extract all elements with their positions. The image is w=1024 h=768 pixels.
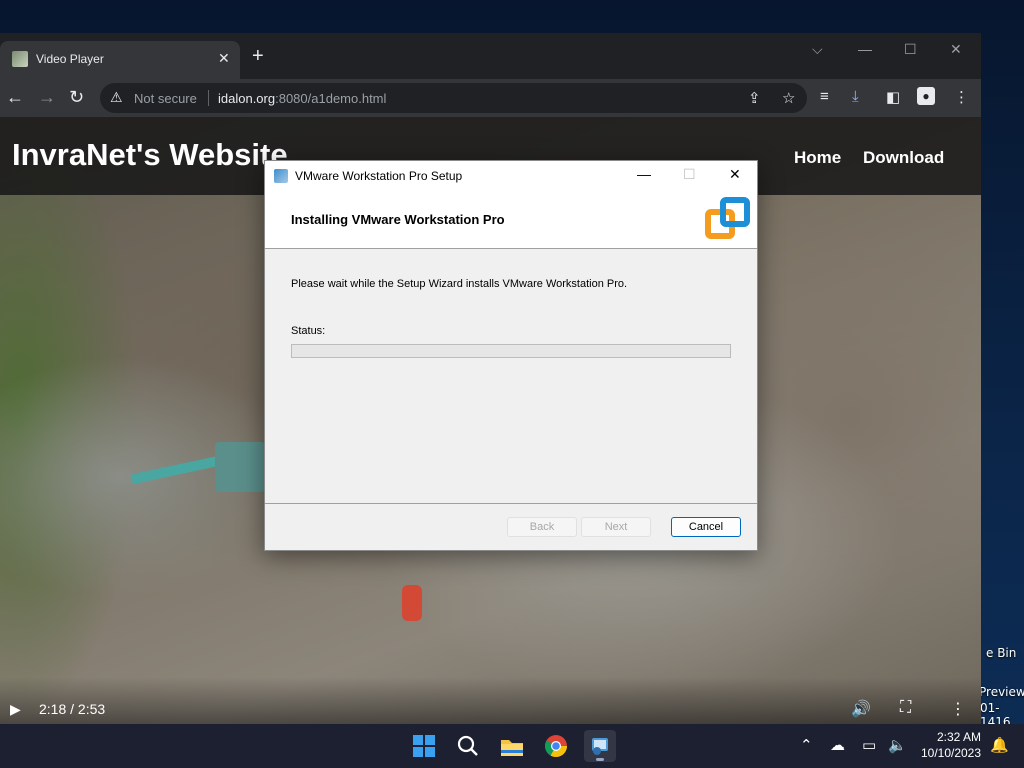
back-arrow-icon[interactable]: ← bbox=[6, 86, 24, 108]
chrome-icon bbox=[545, 735, 567, 757]
dialog-heading: Installing VMware Workstation Pro bbox=[291, 212, 505, 227]
forward-arrow-icon[interactable]: → bbox=[38, 86, 56, 108]
browser-toolbar: ← → ↻ ⚠ Not secure idalon.org:8080/a1dem… bbox=[0, 79, 981, 117]
next-button: Next bbox=[581, 517, 651, 537]
clock-time[interactable]: 2:32 AM bbox=[934, 730, 984, 744]
tab-strip: Video Player ✕ + ⌵ — ☐ ✕ bbox=[0, 33, 981, 79]
reload-icon[interactable]: ↻ bbox=[69, 86, 84, 108]
vmware-installer-taskbar-button[interactable] bbox=[584, 730, 616, 762]
tab-search-icon[interactable]: ⌵ bbox=[812, 41, 823, 58]
desktop-label-preview: Preview bbox=[979, 685, 1024, 699]
video-time: 2:18 / 2:53 bbox=[39, 701, 106, 717]
start-button[interactable] bbox=[408, 730, 440, 762]
network-icon[interactable]: ▭ bbox=[862, 736, 876, 754]
site-title: InvraNet's Website bbox=[12, 137, 288, 172]
video-controls: ▶ 2:18 / 2:53 🔊 ⛶ ⋮ bbox=[0, 677, 981, 724]
url-text[interactable]: idalon.org:8080/a1demo.html bbox=[218, 91, 386, 106]
red-object-image bbox=[402, 585, 422, 621]
play-icon[interactable]: ▶ bbox=[10, 701, 21, 718]
address-bar[interactable]: ⚠ Not secure idalon.org:8080/a1demo.html… bbox=[100, 83, 807, 113]
not-secure-label: Not secure bbox=[134, 91, 197, 106]
tab-close-icon[interactable]: ✕ bbox=[218, 50, 230, 67]
bookmark-star-icon[interactable]: ☆ bbox=[782, 89, 795, 107]
clock-date[interactable]: 10/10/2023 bbox=[918, 746, 984, 760]
vmware-installer-icon bbox=[274, 169, 288, 183]
side-panel-icon[interactable]: ◧ bbox=[886, 88, 900, 106]
active-app-indicator bbox=[596, 758, 604, 761]
maximize-window-button[interactable]: ☐ bbox=[904, 41, 917, 58]
warning-icon[interactable]: ⚠ bbox=[110, 89, 123, 106]
dialog-banner: Installing VMware Workstation Pro bbox=[265, 191, 757, 249]
video-options-icon[interactable]: ⋮ bbox=[950, 699, 966, 719]
folder-icon bbox=[501, 740, 523, 756]
download-icon[interactable]: ⤓ bbox=[852, 88, 859, 105]
minimize-window-button[interactable]: — bbox=[858, 41, 872, 57]
new-tab-button[interactable]: + bbox=[252, 46, 264, 66]
taskbar: ⌃ ☁ ▭ 🔈 2:32 AM 10/10/2023 🔔 bbox=[0, 724, 1024, 768]
omnibox-divider bbox=[208, 90, 209, 106]
dialog-close-button[interactable]: ✕ bbox=[729, 166, 741, 183]
profile-icon[interactable]: ● bbox=[917, 87, 935, 105]
onedrive-cloud-icon[interactable]: ☁ bbox=[830, 736, 845, 754]
nav-home-link[interactable]: Home bbox=[794, 148, 841, 168]
volume-icon[interactable]: 🔊 bbox=[851, 699, 871, 719]
url-path: :8080/a1demo.html bbox=[275, 91, 387, 106]
volume-muted-icon[interactable]: 🔈 bbox=[888, 736, 907, 754]
dialog-divider bbox=[265, 503, 757, 504]
status-label: Status: bbox=[291, 325, 326, 337]
dialog-description: Please wait while the Setup Wizard insta… bbox=[291, 278, 628, 290]
close-window-button[interactable]: ✕ bbox=[950, 41, 962, 58]
url-host: idalon.org bbox=[218, 91, 276, 106]
tab-video-player[interactable]: Video Player ✕ bbox=[0, 41, 240, 79]
excavator-body-image bbox=[215, 442, 265, 492]
nav-download-link[interactable]: Download bbox=[863, 148, 944, 168]
search-icon bbox=[457, 735, 478, 756]
dialog-minimize-button[interactable]: — bbox=[637, 166, 651, 182]
show-hidden-icons-chevron-icon[interactable]: ⌃ bbox=[800, 736, 813, 754]
fullscreen-icon[interactable]: ⛶ bbox=[900, 699, 911, 717]
install-progress-bar bbox=[291, 344, 731, 358]
dialog-title: VMware Workstation Pro Setup bbox=[295, 169, 463, 183]
media-control-icon[interactable]: ≡ bbox=[820, 88, 829, 105]
desktop-icon-label-recycle-bin[interactable]: e Bin bbox=[986, 646, 1016, 660]
tab-title: Video Player bbox=[36, 52, 104, 66]
vmware-setup-dialog: VMware Workstation Pro Setup — ☐ ✕ Insta… bbox=[264, 160, 758, 551]
vmware-logo-icon bbox=[705, 197, 750, 239]
cancel-button[interactable]: Cancel bbox=[671, 517, 741, 537]
more-menu-icon[interactable]: ⋮ bbox=[954, 88, 969, 106]
back-button: Back bbox=[507, 517, 577, 537]
chrome-button[interactable] bbox=[540, 730, 572, 762]
share-icon[interactable]: ⇪ bbox=[748, 89, 761, 107]
windows-logo-icon bbox=[413, 735, 435, 757]
search-button[interactable] bbox=[452, 730, 484, 762]
notification-bell-icon[interactable]: 🔔 bbox=[990, 736, 1009, 754]
dialog-titlebar[interactable]: VMware Workstation Pro Setup — ☐ ✕ bbox=[265, 161, 757, 191]
file-explorer-button[interactable] bbox=[496, 730, 528, 762]
dialog-maximize-button: ☐ bbox=[683, 166, 696, 182]
video-favicon-icon bbox=[12, 51, 28, 67]
